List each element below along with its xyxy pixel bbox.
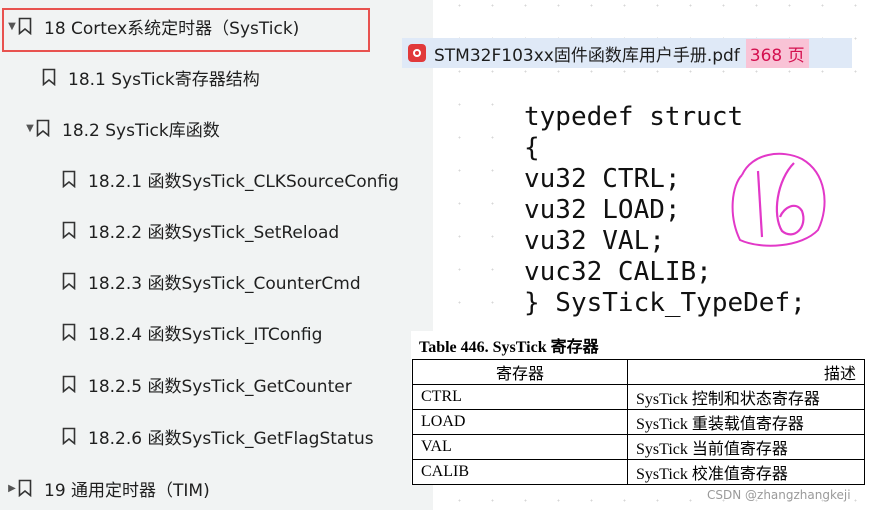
bookmark-label: 18.2.5 函数SysTick_GetCounter	[88, 376, 352, 397]
bookmark-label: 18.2 SysTick库函数	[62, 120, 220, 141]
cell-register: CALIB	[412, 459, 628, 485]
bookmark-item[interactable]: 18.2.5 函数SysTick_GetCounter	[50, 366, 352, 402]
collapse-arrow-icon[interactable]: ▼	[6, 21, 18, 32]
cell-description: SysTick 控制和状态寄存器	[627, 384, 865, 410]
table-row: VAL SysTick 当前值寄存器	[412, 434, 865, 460]
handwritten-16-annotation	[731, 152, 826, 247]
bookmark-item[interactable]: 18.2.4 函数SysTick_ITConfig	[50, 314, 322, 350]
bookmark-icon	[62, 427, 76, 445]
code-line: {	[524, 133, 540, 163]
code-line: vu32 LOAD;	[524, 195, 681, 225]
bookmark-icon	[18, 479, 32, 497]
bookmark-item[interactable]: 18.2.3 函数SysTick_CounterCmd	[50, 263, 361, 299]
bookmark-label: 18.2.3 函数SysTick_CounterCmd	[88, 273, 361, 294]
bookmark-label: 18.1 SysTick寄存器结构	[68, 69, 260, 90]
bookmark-label: 18.2.4 函数SysTick_ITConfig	[88, 324, 323, 345]
bookmark-icon	[42, 68, 56, 86]
bookmark-label: 18.2.2 函数SysTick_SetReload	[88, 222, 340, 243]
header-register: 寄存器	[412, 359, 628, 385]
register-table: Table 446. SysTick 寄存器 寄存器 描述 CTRL SysTi…	[411, 331, 875, 485]
expand-arrow-icon[interactable]: ▶	[6, 483, 18, 494]
table-caption: Table 446. SysTick 寄存器	[419, 339, 599, 356]
bookmark-icon	[18, 17, 32, 35]
cell-register: LOAD	[412, 409, 628, 435]
bookmark-item[interactable]: 18.1 SysTick寄存器结构	[30, 59, 260, 95]
code-line: } SysTick_TypeDef;	[524, 288, 806, 318]
bookmark-label: 19 通用定时器（TIM)	[44, 480, 210, 501]
pdf-icon	[408, 44, 426, 62]
cell-description: SysTick 校准值寄存器	[627, 459, 865, 485]
cell-register: CTRL	[412, 384, 628, 410]
page-count-badge: 368 页	[745, 38, 809, 68]
table-row: CALIB SysTick 校准值寄存器	[412, 459, 865, 485]
bookmark-icon	[62, 221, 76, 239]
code-line: vu32 CTRL;	[524, 164, 681, 194]
bookmark-item[interactable]: ▶ 19 通用定时器（TIM)	[6, 470, 210, 506]
bookmark-icon	[36, 119, 50, 137]
table-row: LOAD SysTick 重装载值寄存器	[412, 409, 865, 435]
bookmark-item[interactable]: 18.2.1 函数SysTick_CLKSourceConfig	[50, 161, 399, 197]
bookmark-item[interactable]: 18.2.6 函数SysTick_GetFlagStatus	[50, 418, 374, 454]
code-line: vu32 VAL;	[524, 226, 665, 256]
table-header-row: 寄存器 描述	[412, 359, 865, 385]
bookmark-item[interactable]: ▼ 18 Cortex系统定时器（SysTick)	[6, 8, 299, 44]
cell-description: SysTick 当前值寄存器	[627, 434, 865, 460]
bookmark-item[interactable]: ▼ 18.2 SysTick库函数	[24, 110, 220, 146]
bookmark-label: 18 Cortex系统定时器（SysTick)	[44, 18, 300, 39]
bookmark-label: 18.2.6 函数SysTick_GetFlagStatus	[88, 428, 374, 449]
table-row: CTRL SysTick 控制和状态寄存器	[412, 384, 865, 410]
watermark: CSDN @zhangzhangkeji	[707, 488, 851, 502]
code-line: typedef struct	[524, 102, 744, 132]
cell-register: VAL	[412, 434, 628, 460]
bookmarks-panel: ▼ 18 Cortex系统定时器（SysTick) 18.1 SysTick寄存…	[0, 0, 433, 510]
bookmark-icon	[62, 323, 76, 341]
table-grid: 寄存器 描述 CTRL SysTick 控制和状态寄存器 LOAD SysTic…	[412, 359, 865, 485]
bookmark-icon	[62, 272, 76, 290]
file-name: STM32F103xx固件函数库用户手册.pdf	[434, 45, 740, 66]
bookmark-icon	[62, 170, 76, 188]
header-description: 描述	[627, 359, 865, 385]
file-chip[interactable]: STM32F103xx固件函数库用户手册.pdf 368 页	[402, 38, 852, 68]
bookmark-item[interactable]: 18.2.2 函数SysTick_SetReload	[50, 212, 339, 248]
cell-description: SysTick 重装载值寄存器	[627, 409, 865, 435]
bookmark-icon	[62, 375, 76, 393]
collapse-arrow-icon[interactable]: ▼	[24, 123, 36, 134]
bookmark-label: 18.2.1 函数SysTick_CLKSourceConfig	[88, 171, 399, 192]
code-line: vuc32 CALIB;	[524, 257, 712, 287]
